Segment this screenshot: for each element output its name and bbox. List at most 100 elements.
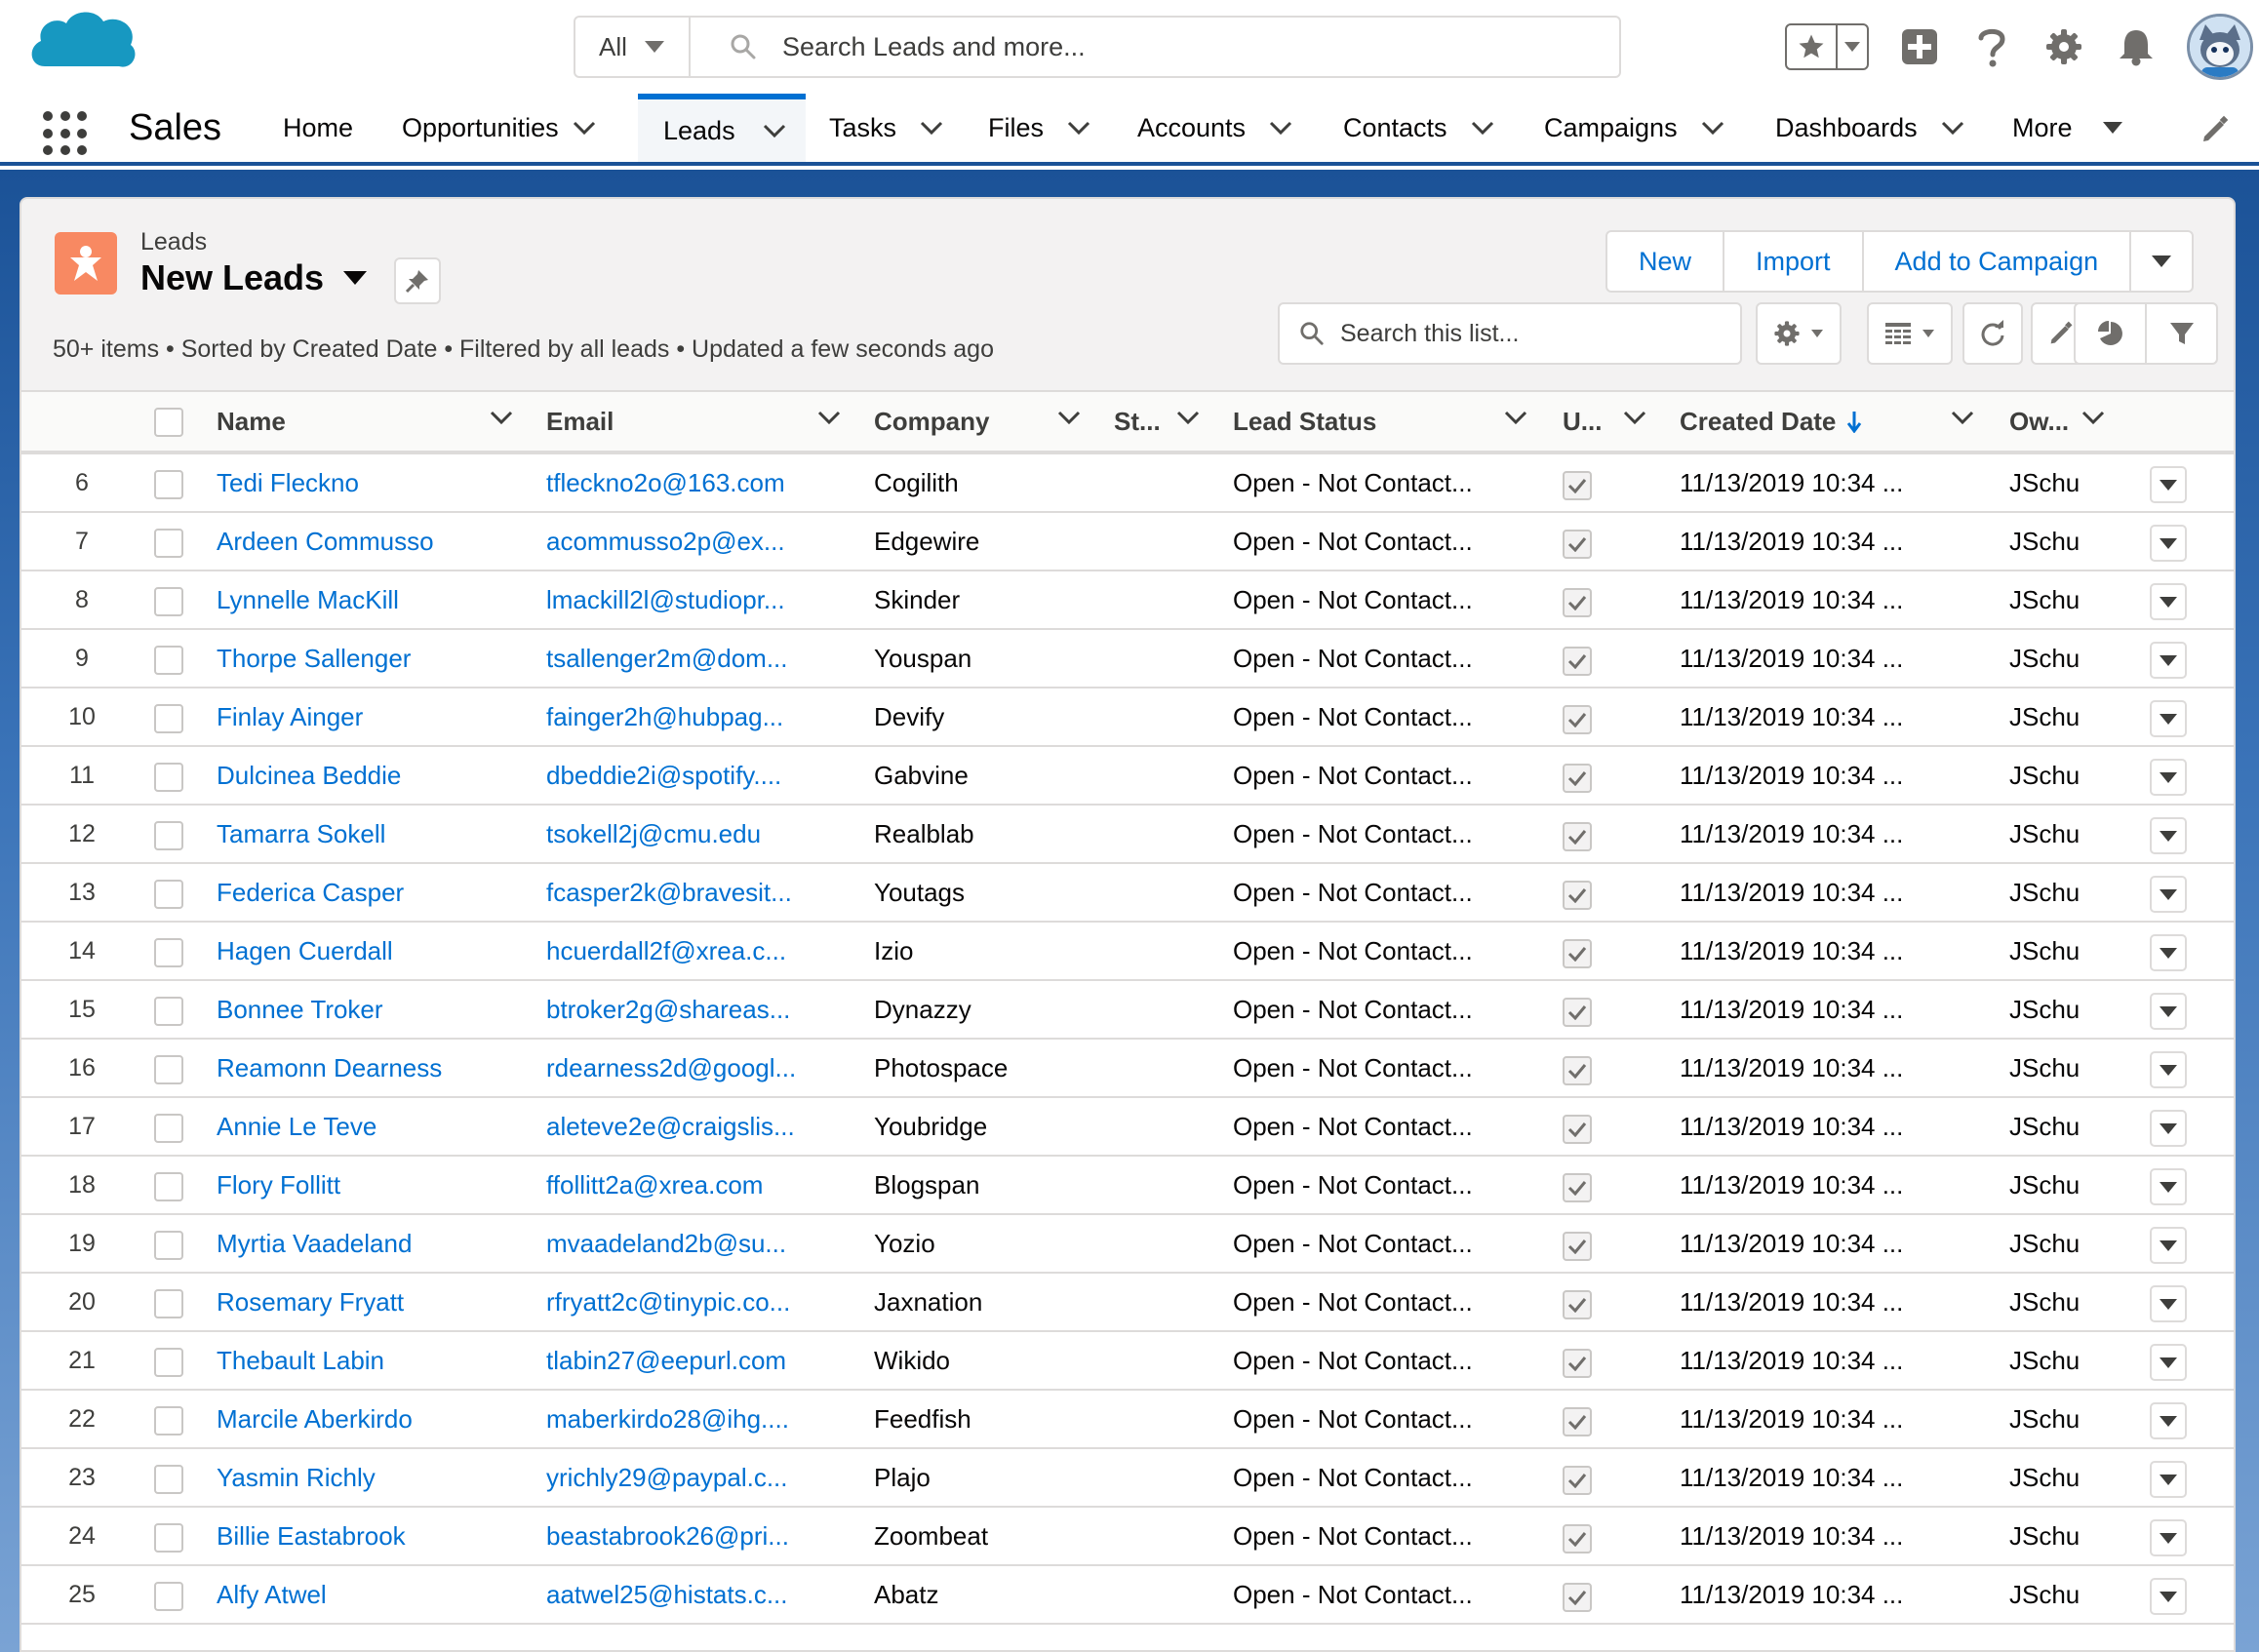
- owner-alias[interactable]: JSchu: [2009, 923, 2080, 979]
- show-charts-button[interactable]: [2076, 304, 2147, 363]
- chevron-down-icon[interactable]: [1941, 120, 1964, 136]
- row-actions-button[interactable]: [2150, 642, 2187, 679]
- lead-name-link[interactable]: Billie Eastabrook: [217, 1508, 406, 1564]
- chevron-down-icon[interactable]: [1471, 120, 1494, 136]
- lead-email-link[interactable]: tlabin27@eepurl.com: [546, 1332, 786, 1389]
- chevron-down-icon[interactable]: [817, 410, 841, 425]
- lead-name-link[interactable]: Finlay Ainger: [217, 688, 363, 745]
- owner-alias[interactable]: JSchu: [2009, 571, 2080, 628]
- lead-name-link[interactable]: Tamarra Sokell: [217, 806, 385, 862]
- lead-name-link[interactable]: Ardeen Commusso: [217, 513, 434, 570]
- new-button[interactable]: New: [1607, 232, 1725, 291]
- chevron-down-icon[interactable]: [920, 120, 943, 136]
- lead-name-link[interactable]: Thebault Labin: [217, 1332, 384, 1389]
- owner-alias[interactable]: JSchu: [2009, 688, 2080, 745]
- search-scope-select[interactable]: All: [575, 18, 691, 76]
- help-button[interactable]: [1970, 23, 2013, 70]
- owner-alias[interactable]: JSchu: [2009, 1508, 2080, 1564]
- favorites-button[interactable]: [1785, 23, 1869, 70]
- owner-alias[interactable]: JSchu: [2009, 1098, 2080, 1155]
- row-actions-button[interactable]: [2150, 466, 2187, 503]
- owner-alias[interactable]: JSchu: [2009, 513, 2080, 570]
- chevron-down-icon[interactable]: [2081, 410, 2105, 425]
- list-view-selector[interactable]: New Leads: [140, 257, 368, 298]
- lead-email-link[interactable]: aatwel25@histats.c...: [546, 1566, 788, 1623]
- row-actions-button[interactable]: [2150, 1578, 2187, 1615]
- chevron-down-icon[interactable]: [1951, 410, 1974, 425]
- row-checkbox[interactable]: [154, 1348, 183, 1377]
- row-actions-button[interactable]: [2150, 1402, 2187, 1439]
- lead-email-link[interactable]: tsallenger2m@dom...: [546, 630, 788, 687]
- row-checkbox[interactable]: [154, 763, 183, 792]
- chevron-down-icon[interactable]: [1701, 120, 1724, 136]
- lead-name-link[interactable]: Thorpe Sallenger: [217, 630, 411, 687]
- lead-name-link[interactable]: Rosemary Fryatt: [217, 1274, 404, 1330]
- nav-tab-opportunities[interactable]: Opportunities: [402, 94, 596, 162]
- pin-list-button[interactable]: [394, 257, 441, 304]
- add-to-campaign-button[interactable]: Add to Campaign: [1864, 232, 2132, 291]
- column-header-email[interactable]: Email: [546, 392, 614, 451]
- lead-name-link[interactable]: Flory Follitt: [217, 1157, 340, 1213]
- row-actions-button[interactable]: [2150, 876, 2187, 913]
- lead-name-link[interactable]: Yasmin Richly: [217, 1449, 376, 1506]
- owner-alias[interactable]: JSchu: [2009, 1449, 2080, 1506]
- row-checkbox[interactable]: [154, 646, 183, 675]
- owner-alias[interactable]: JSchu: [2009, 864, 2080, 921]
- nav-tab-campaigns[interactable]: Campaigns: [1544, 94, 1724, 162]
- lead-name-link[interactable]: Lynnelle MacKill: [217, 571, 399, 628]
- row-actions-button[interactable]: [2150, 817, 2187, 854]
- lead-name-link[interactable]: Marcile Aberkirdo: [217, 1391, 413, 1447]
- refresh-button[interactable]: [1962, 302, 2023, 365]
- row-checkbox[interactable]: [154, 997, 183, 1026]
- lead-name-link[interactable]: Dulcinea Beddie: [217, 747, 401, 804]
- row-actions-button[interactable]: [2150, 759, 2187, 796]
- chevron-down-icon[interactable]: [1623, 410, 1646, 425]
- row-actions-button[interactable]: [2150, 1461, 2187, 1498]
- display-as-button[interactable]: [1867, 302, 1953, 365]
- list-search-input[interactable]: [1340, 319, 1730, 348]
- chevron-down-icon[interactable]: [1176, 410, 1200, 425]
- more-actions-button[interactable]: [2131, 232, 2192, 291]
- lead-email-link[interactable]: rfryatt2c@tinypic.co...: [546, 1274, 790, 1330]
- lead-name-link[interactable]: Hagen Cuerdall: [217, 923, 393, 979]
- owner-alias[interactable]: JSchu: [2009, 1040, 2080, 1096]
- row-actions-button[interactable]: [2150, 1227, 2187, 1264]
- chevron-down-icon[interactable]: [573, 120, 596, 136]
- nav-tab-accounts[interactable]: Accounts: [1137, 94, 1292, 162]
- lead-email-link[interactable]: dbeddie2i@spotify....: [546, 747, 781, 804]
- lead-email-link[interactable]: fcasper2k@bravesit...: [546, 864, 792, 921]
- lead-name-link[interactable]: Alfy Atwel: [217, 1566, 327, 1623]
- owner-alias[interactable]: JSchu: [2009, 630, 2080, 687]
- owner-alias[interactable]: JSchu: [2009, 981, 2080, 1038]
- row-checkbox[interactable]: [154, 529, 183, 558]
- global-actions-button[interactable]: [1898, 23, 1941, 70]
- row-checkbox[interactable]: [154, 1231, 183, 1260]
- lead-email-link[interactable]: maberkirdo28@ihg....: [546, 1391, 789, 1447]
- column-header-state[interactable]: St...: [1114, 392, 1161, 451]
- column-header-name[interactable]: Name: [217, 392, 286, 451]
- row-actions-button[interactable]: [2150, 1051, 2187, 1088]
- chevron-down-icon[interactable]: [1504, 410, 1527, 425]
- column-header-owner[interactable]: Ow...: [2009, 392, 2069, 451]
- lead-name-link[interactable]: Reamonn Dearness: [217, 1040, 442, 1096]
- row-checkbox[interactable]: [154, 938, 183, 967]
- filter-button[interactable]: [2147, 304, 2216, 363]
- lead-email-link[interactable]: fainger2h@hubpag...: [546, 688, 783, 745]
- lead-email-link[interactable]: rdearness2d@googl...: [546, 1040, 796, 1096]
- row-actions-button[interactable]: [2150, 1285, 2187, 1322]
- lead-email-link[interactable]: lmackill2l@studiopr...: [546, 571, 785, 628]
- lead-email-link[interactable]: beastabrook26@pri...: [546, 1508, 789, 1564]
- row-actions-button[interactable]: [2150, 1344, 2187, 1381]
- nav-tab-files[interactable]: Files: [988, 94, 1090, 162]
- nav-tab-leads[interactable]: Leads: [638, 94, 806, 162]
- row-checkbox[interactable]: [154, 1406, 183, 1436]
- list-view-controls-button[interactable]: [1756, 302, 1842, 365]
- owner-alias[interactable]: JSchu: [2009, 1274, 2080, 1330]
- lead-name-link[interactable]: Tedi Fleckno: [217, 454, 359, 511]
- star-icon[interactable]: [1787, 25, 1838, 68]
- lead-email-link[interactable]: mvaadeland2b@su...: [546, 1215, 786, 1272]
- row-actions-button[interactable]: [2150, 934, 2187, 971]
- row-actions-button[interactable]: [2150, 525, 2187, 562]
- lead-name-link[interactable]: Bonnee Troker: [217, 981, 383, 1038]
- row-actions-button[interactable]: [2150, 1168, 2187, 1205]
